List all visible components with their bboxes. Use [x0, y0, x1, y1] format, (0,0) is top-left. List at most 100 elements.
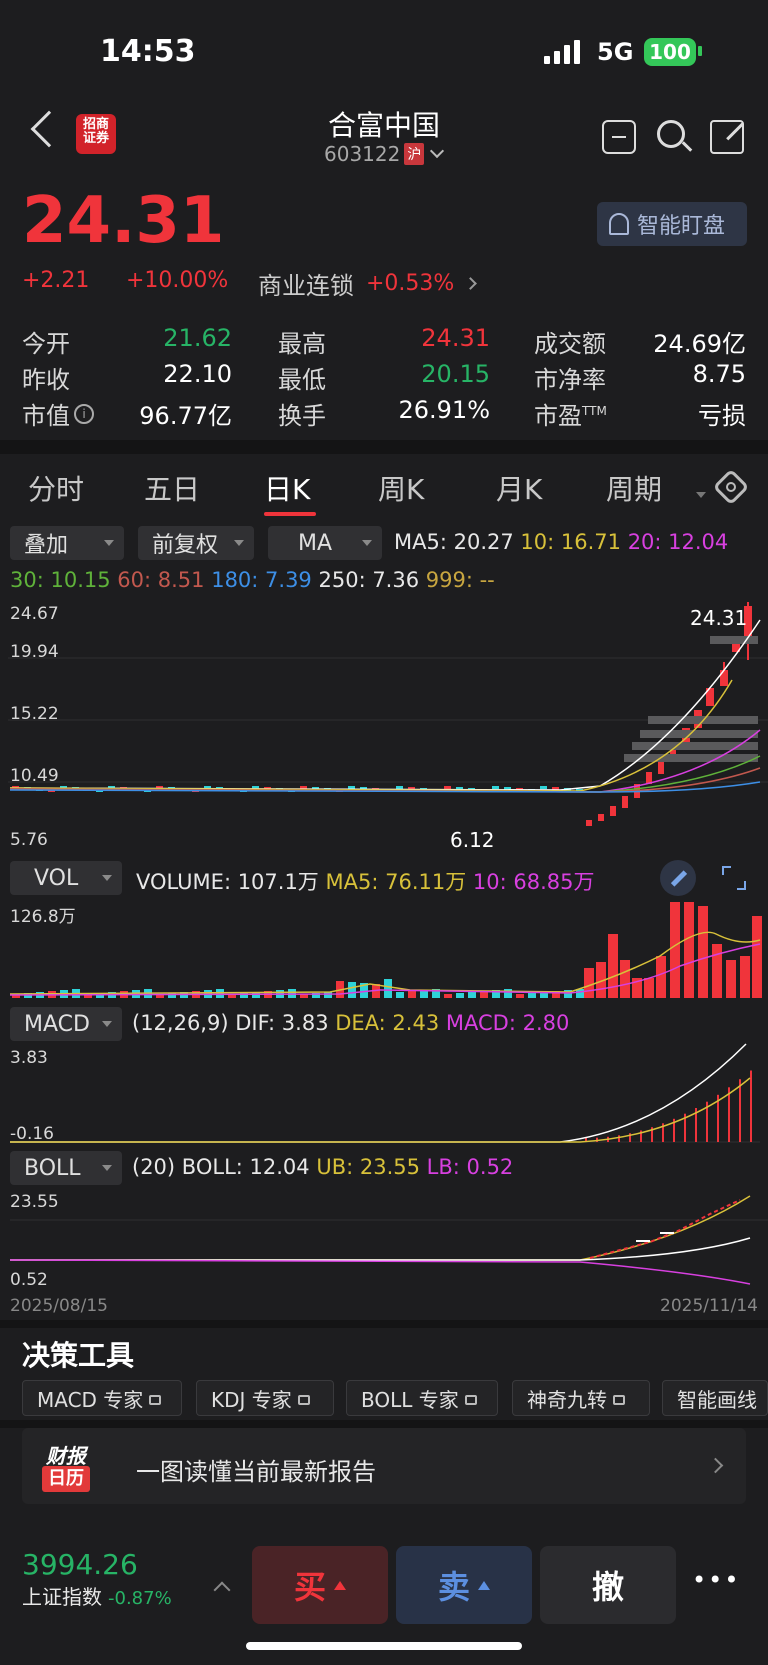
sector-link[interactable]: 商业连锁 +0.53% — [258, 266, 478, 301]
share-icon[interactable] — [710, 120, 744, 154]
boll-legend: (20) BOLL: 12.04 UB: 23.55 LB: 0.52 — [132, 1155, 513, 1179]
tab-five-day[interactable]: 五日 — [144, 468, 200, 508]
lock-icon — [149, 1395, 162, 1405]
chevron-right-icon — [707, 1457, 724, 1474]
boll-params: (20) — [132, 1155, 176, 1179]
volume-value: VOLUME: 107.1万 — [136, 870, 319, 894]
more-icon[interactable]: ••• — [692, 1566, 740, 1594]
home-indicator — [246, 1642, 522, 1650]
tab-monthly-k[interactable]: 月K — [496, 468, 542, 508]
open-label: 今开 — [22, 330, 70, 358]
macd-dea: DEA: 2.43 — [335, 1011, 440, 1035]
smart-watch-button[interactable]: 智能盯盘 — [597, 202, 747, 246]
price-change-pct: +10.00% — [126, 268, 229, 293]
signal-icon — [544, 40, 584, 64]
open-value: 21.62 — [163, 324, 232, 352]
report-text: 一图读懂当前最新报告 — [136, 1458, 376, 1486]
tool-smart-drawing[interactable]: 智能画线 — [662, 1380, 768, 1416]
pe-value: 亏损 — [698, 402, 746, 430]
settings-icon[interactable] — [712, 468, 750, 506]
triangle-up-icon — [478, 1580, 490, 1590]
vol-ma10-value: 10: 68.85万 — [472, 870, 595, 894]
vol-legend: VOLUME: 107.1万 MA5: 76.11万 10: 68.85万 — [136, 866, 595, 896]
sell-label: 卖 — [437, 1568, 470, 1606]
macd-legend: (12,26,9) DIF: 3.83 DEA: 2.43 MACD: 2.80 — [132, 1011, 569, 1035]
chevron-right-icon — [464, 277, 478, 290]
boll-chart — [9, 1195, 768, 1285]
report-banner[interactable]: 财报 日历 一图读懂当前最新报告 — [22, 1428, 746, 1504]
report-badge-top: 财报 — [46, 1444, 86, 1468]
macd-dropdown[interactable]: MACD — [10, 1007, 122, 1041]
boll-dropdown[interactable]: BOLL — [10, 1151, 122, 1185]
overlay-label: 叠加 — [24, 533, 69, 558]
tab-daily-k[interactable]: 日K — [264, 468, 310, 508]
last-price: 24.31 — [22, 184, 225, 258]
ma5-value: MA5: 20.27 — [394, 530, 514, 554]
lock-icon — [297, 1395, 310, 1405]
tool-magic-nine[interactable]: 神奇九转 — [512, 1380, 650, 1416]
info-icon[interactable]: i — [74, 403, 94, 424]
vol-dropdown[interactable]: VOL — [10, 861, 122, 895]
tool-kdj-expert[interactable]: KDJ 专家 — [196, 1380, 334, 1416]
kline-chart[interactable] — [0, 600, 768, 850]
sector-change: +0.53% — [366, 271, 455, 296]
stock-code-selector[interactable]: 603122 沪 — [324, 142, 445, 166]
buy-label: 买 — [293, 1568, 326, 1606]
price-low-marker: 6.12 — [450, 828, 495, 852]
macd-dif: DIF: 3.83 — [235, 1011, 329, 1035]
price-axis-2: 19.94 — [10, 642, 59, 662]
edit-icon[interactable] — [660, 860, 696, 896]
boll-ub: UB: 23.55 — [316, 1155, 420, 1179]
tool-macd-expert-label: MACD 专家 — [37, 1387, 144, 1412]
buy-button[interactable]: 买 — [252, 1546, 388, 1624]
date-end: 2025/11/14 — [660, 1296, 758, 1316]
market-cap-label-text: 市值 — [22, 402, 70, 430]
period-dropdown-icon[interactable] — [696, 492, 706, 498]
minimize-icon[interactable] — [602, 120, 636, 154]
macd-params: (12,26,9) — [132, 1011, 229, 1035]
macd-label: MACD — [24, 1011, 90, 1037]
boll-mid: BOLL: 12.04 — [181, 1155, 310, 1179]
turnover-rate-value: 26.91% — [398, 396, 490, 424]
sell-button[interactable]: 卖 — [396, 1546, 532, 1624]
indicator-dropdown[interactable]: MA — [268, 526, 382, 560]
index-change: -0.87% — [108, 1588, 172, 1609]
tab-period[interactable]: 周期 — [606, 468, 662, 508]
low-value: 20.15 — [421, 360, 490, 388]
adjust-dropdown[interactable]: 前复权 — [138, 526, 254, 560]
ma10-value: 10: 16.71 — [520, 530, 621, 554]
pb-label: 市净率 — [534, 366, 606, 394]
pe-label: 市盈TTM — [534, 396, 607, 431]
ma180-value: 180: 7.39 — [211, 568, 312, 592]
search-icon[interactable] — [657, 120, 693, 154]
price-axis-max: 24.67 — [10, 604, 59, 624]
price-change: +2.21 — [22, 268, 90, 293]
fullscreen-icon[interactable] — [722, 866, 746, 890]
overlay-dropdown[interactable]: 叠加 — [10, 526, 124, 560]
index-ticker[interactable]: 3994.26 上证指数 -0.87% — [22, 1548, 172, 1610]
pe-label-sup: TTM — [582, 404, 607, 418]
tab-weekly-k[interactable]: 周K — [378, 468, 424, 508]
tool-boll-expert[interactable]: BOLL 专家 — [346, 1380, 498, 1416]
pe-label-text: 市盈 — [534, 402, 582, 430]
network-label: 5G — [597, 38, 634, 66]
ma999-value: 999: -- — [425, 568, 495, 592]
indicator-label: MA — [298, 530, 333, 556]
triangle-up-icon — [334, 1580, 346, 1590]
prev-close-label: 昨收 — [22, 366, 70, 394]
tool-boll-expert-label: BOLL 专家 — [361, 1387, 459, 1412]
cancel-label: 撤 — [591, 1568, 624, 1606]
lock-icon — [464, 1395, 477, 1405]
turnover-amount-value: 24.69亿 — [653, 330, 746, 358]
price-axis-4: 10.49 — [10, 766, 59, 786]
ma60-value: 60: 8.51 — [117, 568, 205, 592]
sector-name: 商业连锁 — [258, 272, 354, 300]
tool-macd-expert[interactable]: MACD 专家 — [22, 1380, 182, 1416]
pb-value: 8.75 — [692, 360, 746, 388]
cancel-button[interactable]: 撤 — [540, 1546, 676, 1624]
market-cap-value: 96.77亿 — [139, 402, 232, 430]
index-value: 3994.26 — [22, 1548, 138, 1581]
index-name: 上证指数 — [22, 1585, 102, 1609]
tab-intraday[interactable]: 分时 — [28, 468, 84, 508]
vol-label: VOL — [34, 865, 79, 891]
